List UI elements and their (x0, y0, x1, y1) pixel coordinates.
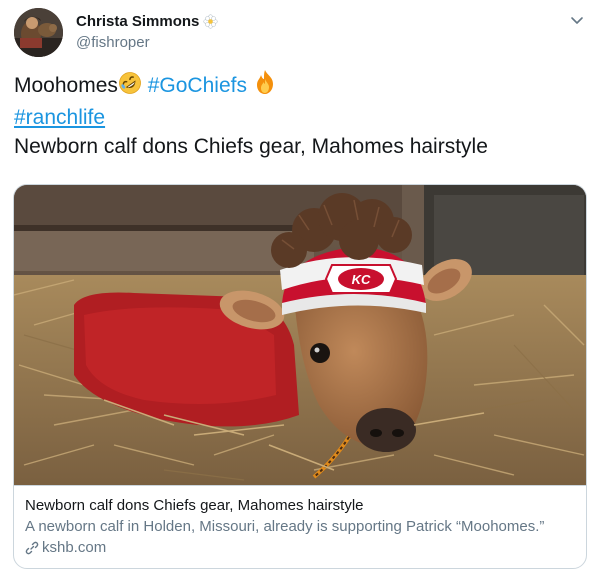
hashtag-ranchlife-link[interactable]: #ranchlife (14, 106, 105, 129)
avatar[interactable] (14, 8, 63, 57)
card-meta[interactable]: Newborn calf dons Chiefs gear, Mahomes h… (14, 485, 586, 568)
hat-logo-text: KC (352, 272, 371, 287)
card-description: A newborn calf in Holden, Missouri, alre… (25, 518, 545, 535)
tweet-line-2: #ranchlife (14, 103, 589, 132)
display-name[interactable]: Christa Simmons (76, 13, 199, 30)
user-name-row[interactable]: Christa Simmons (76, 13, 218, 30)
avatar-image (14, 8, 63, 57)
link-icon (25, 541, 39, 555)
calf-photo: KC (14, 185, 586, 485)
tweet: Christa Simmons @fishroper Moohomes #GoC… (0, 0, 600, 580)
card-image[interactable]: KC (14, 185, 586, 485)
white-flower-icon (203, 14, 218, 29)
link-card[interactable]: KC Newborn calf dons Chiefs gear, Mahome… (13, 184, 587, 569)
hashtag-gochiefs-link[interactable]: #GoChiefs (148, 74, 247, 97)
card-domain[interactable]: kshb.com (25, 538, 577, 558)
card-domain-text[interactable]: kshb.com (42, 538, 106, 558)
tweet-text: Moohomes #GoChiefs #ranchlife Newborn ca… (14, 69, 589, 161)
card-title[interactable]: Newborn calf dons Chiefs gear, Mahomes h… (25, 496, 577, 516)
fire-icon (253, 69, 277, 103)
chevron-down-icon[interactable] (568, 11, 586, 29)
user-handle[interactable]: @fishroper (76, 34, 150, 51)
tweet-line-3: Newborn calf dons Chiefs gear, Mahomes h… (14, 135, 488, 158)
rolling-on-floor-laughing-icon (118, 71, 142, 103)
tweet-line-1: Moohomes #GoChiefs (14, 69, 589, 103)
tweet-word-moohomes: Moohomes (14, 74, 118, 97)
